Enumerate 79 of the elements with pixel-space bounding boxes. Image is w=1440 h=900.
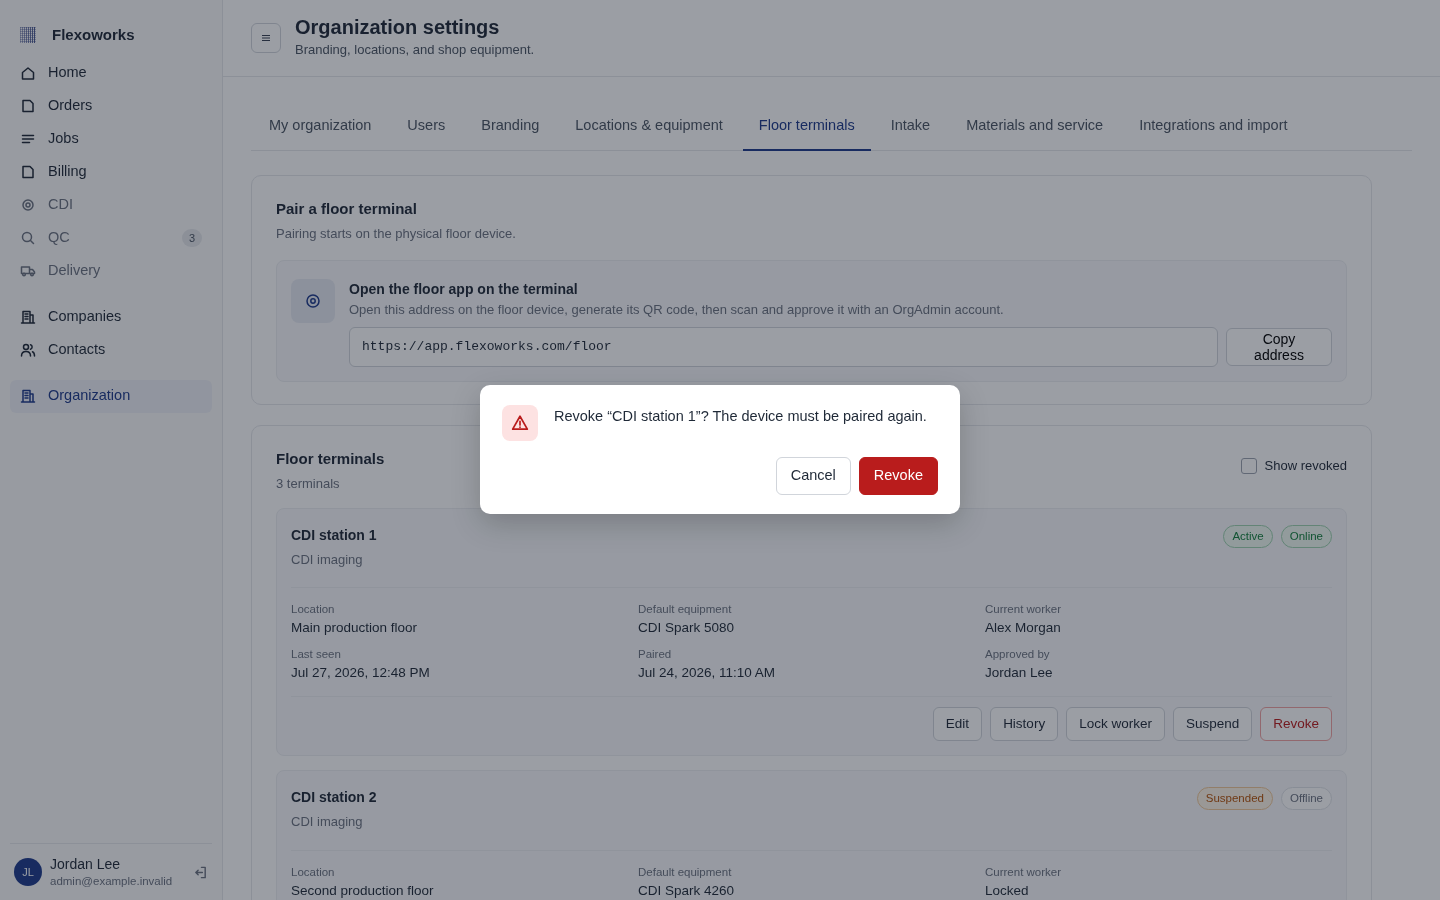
field-value: Alex Morgan	[985, 619, 1062, 638]
action-button[interactable]: Lock worker	[1066, 706, 1165, 742]
field-value: Second production floor	[291, 881, 435, 900]
page-subtitle: Branding, locations, and shop equipment.	[295, 41, 535, 59]
tab[interactable]: Floor terminals	[742, 105, 871, 151]
user-email: admin@example.invalid	[50, 873, 174, 888]
status-badge: Suspended	[1196, 787, 1273, 811]
avatar: JL	[14, 858, 42, 887]
field-value: CDI Spark 4260	[638, 881, 736, 900]
sidebar-item[interactable]: Contacts	[10, 333, 212, 367]
field-label: Current worker	[985, 602, 1063, 618]
section-title: Floor terminals	[276, 448, 385, 469]
building-icon	[20, 388, 36, 404]
sidebar-item[interactable]: Companies	[10, 300, 212, 334]
step-description: Open this address on the floor device, generate its QR code, then scan and approve it with an OrgAdmin account.	[349, 300, 1005, 319]
search-icon	[20, 230, 36, 246]
home-icon	[20, 65, 36, 81]
target-icon	[305, 292, 321, 309]
revoke-button[interactable]: Revoke	[1260, 706, 1332, 742]
warning-icon	[511, 414, 529, 432]
field-label: Default equipment	[638, 602, 733, 618]
brand-name: Flexoworks	[52, 25, 135, 45]
section-subtitle: Pairing starts on the physical floor device.	[276, 225, 517, 244]
tab[interactable]: Integrations and import	[1123, 105, 1304, 151]
terminal-name: CDI station 1	[291, 525, 377, 545]
dialog-message: Revoke “CDI station 1”? The device must be paired again.	[554, 407, 927, 426]
field-label: Location	[291, 602, 336, 618]
field-label: Current worker	[985, 864, 1063, 880]
sidebar-item[interactable]: Home	[10, 56, 212, 90]
truck-icon	[20, 263, 36, 279]
people-icon	[20, 342, 36, 358]
step-title: Open the floor app on the terminal	[349, 279, 579, 299]
terminal-count: 3 terminals	[276, 475, 341, 494]
section-title: Pair a floor terminal	[276, 198, 418, 219]
sidebar-item[interactable]: Billing	[10, 155, 212, 189]
action-button[interactable]: History	[990, 706, 1059, 742]
action-button[interactable]: Edit	[932, 706, 983, 742]
field-value: Main production floor	[291, 619, 419, 638]
user-name: Jordan Lee	[50, 856, 122, 874]
document-icon	[20, 164, 36, 180]
sidebar-item[interactable]: Organization	[10, 379, 212, 413]
status-badge: Active	[1223, 524, 1273, 548]
tab[interactable]: Locations & equipment	[559, 105, 739, 151]
field-label: Location	[291, 864, 336, 880]
sidebar-item[interactable]: Orders	[10, 89, 212, 123]
tab[interactable]: Intake	[874, 105, 947, 151]
field-value: Jordan Lee	[985, 664, 1054, 682]
terminal-name: CDI station 2	[291, 788, 377, 808]
field-label: Paired	[638, 647, 673, 662]
field-value: Jul 27, 2026, 12:48 PM	[291, 664, 431, 682]
target-icon	[20, 197, 36, 213]
document-icon	[20, 98, 36, 114]
action-button[interactable]: Suspend	[1172, 706, 1253, 742]
count-badge: 3	[181, 228, 202, 248]
revoke-button[interactable]: Revoke	[858, 457, 938, 495]
field-label: Default equipment	[638, 864, 733, 880]
tab[interactable]: My organization	[253, 105, 388, 151]
cancel-button[interactable]: Cancel	[775, 457, 851, 495]
building-icon	[20, 309, 36, 325]
terminal-type: CDI imaging	[291, 813, 364, 832]
field-value: CDI Spark 5080	[638, 619, 736, 638]
field-value: Jul 24, 2026, 11:10 AM	[638, 664, 777, 682]
tab[interactable]: Branding	[465, 105, 556, 151]
field-value: Locked	[985, 881, 1030, 900]
logout-icon[interactable]	[193, 864, 208, 880]
url-field[interactable]: https://app.flexoworks.com/floor	[349, 327, 1218, 367]
show-revoked-checkbox[interactable]: Show revoked	[1240, 455, 1347, 476]
field-label: Approved by	[985, 647, 1051, 662]
status-badge: Offline	[1280, 787, 1332, 811]
tab[interactable]: Users	[391, 105, 462, 151]
sidebar-item[interactable]: Jobs	[10, 122, 212, 156]
terminal-type: CDI imaging	[291, 550, 364, 569]
menu-button[interactable]	[251, 23, 281, 53]
field-label: Last seen	[291, 647, 342, 662]
copy-button[interactable]: Copy address	[1226, 327, 1332, 367]
page-title: Organization settings	[295, 15, 501, 40]
menu-icon	[260, 32, 272, 44]
status-badge: Online	[1280, 524, 1332, 548]
tab[interactable]: Materials and service	[950, 105, 1120, 151]
